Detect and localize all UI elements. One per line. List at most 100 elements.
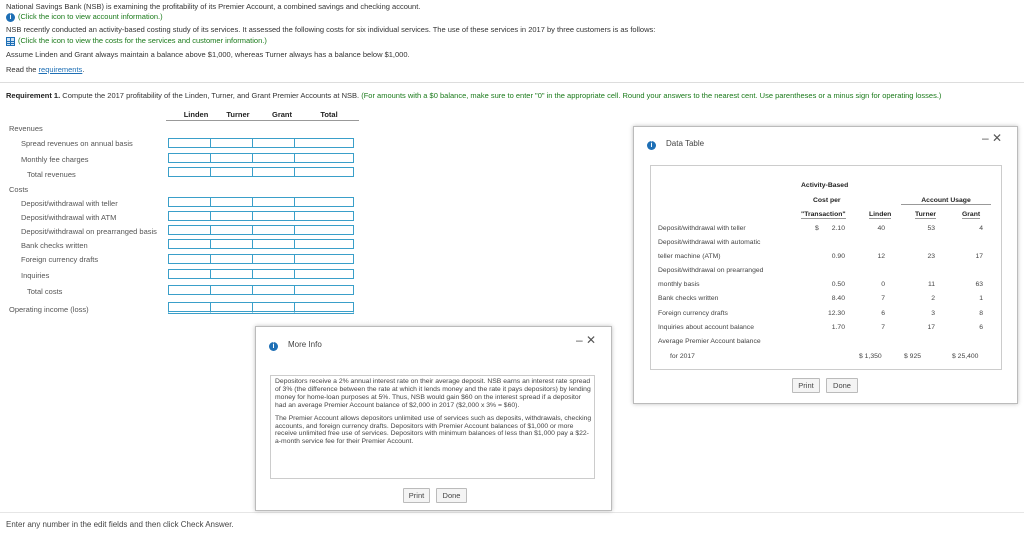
data-table-icon[interactable]: [6, 36, 15, 46]
dt-row-label: Deposit/withdrawal with teller: [658, 225, 746, 232]
dt-cost-value: 1.70: [831, 324, 845, 331]
input-monthly-total[interactable]: [294, 153, 354, 163]
account-info-link-text[interactable]: (Click the icon to view account informat…: [18, 12, 163, 21]
more-info-done-button[interactable]: Done: [436, 488, 467, 503]
data-table-close-button[interactable]: – ✕: [982, 131, 1002, 145]
more-info-close-button[interactable]: – ✕: [576, 333, 596, 347]
more-info-para-1: Depositors receive a 2% annual interest …: [275, 378, 591, 409]
row-total-costs-label: Total costs: [27, 287, 63, 296]
input-totrev-total[interactable]: [294, 167, 354, 177]
input-prearranged-total[interactable]: [294, 225, 354, 235]
more-info-print-button[interactable]: Print: [403, 488, 430, 503]
data-table-title: Data Table: [666, 139, 705, 148]
dt-usage-grant: 4: [979, 225, 983, 232]
dt-usage-grant: 8: [979, 310, 983, 317]
dt-balance-linden: $ 1,350: [859, 353, 882, 360]
dt-usage-grant: 63: [975, 281, 983, 288]
more-info-dialog: i More Info – ✕ Depositors receive a 2% …: [255, 326, 612, 511]
requirement-label: Requirement 1.: [6, 91, 61, 100]
read-prefix: Read the: [6, 65, 39, 74]
data-table-dialog: i Data Table – ✕ Activity-Based Cost per…: [633, 126, 1018, 404]
dt-usage-linden: 40: [877, 225, 885, 232]
costs-info-link[interactable]: (Click the icon to view the costs for th…: [6, 36, 267, 46]
input-opinc-total[interactable]: [294, 302, 354, 314]
dt-balance-grant: $ 25,400: [952, 353, 979, 360]
hdr-abc-line3: "Transaction": [801, 211, 846, 219]
dt-usage-linden: 12: [877, 253, 885, 260]
dt-cost-value: 8.40: [831, 295, 845, 302]
intro-line-2: NSB recently conducted an activity-based…: [6, 25, 656, 34]
input-atm-total[interactable]: [294, 211, 354, 221]
dt-row-label: Foreign currency drafts: [658, 310, 728, 317]
dt-usage-linden: 7: [881, 295, 885, 302]
dt-usage-turner: 11: [927, 281, 935, 288]
dt-cost-value: 12.30: [827, 310, 845, 317]
dt-cost-value: 0.50: [831, 281, 845, 288]
input-teller-total[interactable]: [294, 197, 354, 207]
dt-row-label: Average Premier Account balance: [658, 338, 761, 345]
row-foreign-label: Foreign currency drafts: [21, 255, 99, 264]
divider: [0, 82, 1024, 83]
dt-usage-turner: 53: [927, 225, 935, 232]
read-suffix: .: [82, 65, 85, 74]
input-checks-total[interactable]: [294, 239, 354, 249]
dt-cost-value: 0.90: [831, 253, 845, 260]
more-info-content: Depositors receive a 2% annual interest …: [270, 375, 595, 479]
dt-usage-linden: 0: [881, 281, 885, 288]
dt-row-label: Deposit/withdrawal with automatic: [658, 239, 761, 246]
revenues-label: Revenues: [9, 124, 43, 133]
dt-cost-value: 2.10: [831, 225, 845, 232]
hdr-abc-line1: Activity-Based: [801, 182, 849, 189]
hdr-turner: Turner: [915, 211, 937, 219]
row-spread-label: Spread revenues on annual basis: [21, 139, 133, 148]
col-header-total: Total: [299, 110, 359, 121]
hdr-abc-line2: Cost per: [813, 197, 841, 204]
row-inquiries-label: Inquiries: [21, 271, 50, 280]
intro-line-1: National Savings Bank (NSB) is examining…: [6, 2, 421, 11]
row-prearranged-label: Deposit/withdrawal on prearranged basis: [21, 227, 157, 236]
row-teller-label: Deposit/withdrawal with teller: [21, 199, 118, 208]
footer-instructions: Enter any number in the edit fields and …: [6, 520, 234, 529]
input-spread-total[interactable]: [294, 138, 354, 148]
requirements-link[interactable]: requirements: [39, 65, 83, 74]
dt-usage-turner: 3: [931, 310, 935, 317]
info-icon: i: [269, 342, 278, 351]
footer-divider: [0, 512, 1024, 513]
dt-usage-linden: 7: [881, 324, 885, 331]
data-table-done-button[interactable]: Done: [826, 378, 858, 393]
hdr-linden: Linden: [869, 211, 892, 219]
hdr-grant: Grant: [962, 211, 981, 219]
row-operating-income-label: Operating income (loss): [9, 305, 89, 314]
dt-row-label: for 2017: [670, 353, 695, 360]
info-icon[interactable]: i: [6, 12, 15, 22]
dt-usage-grant: 6: [979, 324, 983, 331]
dt-usage-grant: 17: [975, 253, 983, 260]
row-monthly-fee-label: Monthly fee charges: [21, 155, 89, 164]
more-info-title: More Info: [288, 340, 322, 349]
data-table-frame: Activity-Based Cost per "Transaction" Ac…: [650, 165, 1002, 370]
requirement-text: Requirement 1. Compute the 2017 profitab…: [6, 91, 941, 100]
input-foreign-total[interactable]: [294, 254, 354, 264]
input-inquiries-total[interactable]: [294, 269, 354, 279]
info-icon: i: [647, 141, 656, 150]
dt-row-label: Bank checks written: [658, 295, 719, 302]
dt-usage-linden: 6: [881, 310, 885, 317]
dt-usage-turner: 17: [927, 324, 935, 331]
more-info-para-2: The Premier Account allows depositors un…: [275, 414, 592, 446]
dt-row-label: teller machine (ATM): [658, 253, 721, 260]
costs-label: Costs: [9, 185, 29, 194]
data-table-print-button[interactable]: Print: [792, 378, 820, 393]
dt-row-label: Deposit/withdrawal on prearranged: [658, 267, 764, 274]
dt-row-label: Inquiries about account balance: [658, 324, 754, 331]
dt-usage-grant: 1: [979, 295, 983, 302]
dt-usage-turner: 2: [931, 295, 935, 302]
account-info-link[interactable]: i (Click the icon to view account informa…: [6, 12, 163, 22]
requirement-body: Compute the 2017 profitability of the Li…: [60, 91, 360, 100]
dt-row-label: monthly basis: [658, 281, 700, 288]
intro-line-3: Assume Linden and Grant always maintain …: [6, 50, 410, 59]
row-checks-label: Bank checks written: [21, 241, 88, 250]
costs-info-link-text[interactable]: (Click the icon to view the costs for th…: [18, 36, 267, 45]
row-atm-label: Deposit/withdrawal with ATM: [21, 213, 117, 222]
requirement-note: (For amounts with a $0 balance, make sur…: [359, 91, 942, 100]
input-totcost-total[interactable]: [294, 285, 354, 295]
